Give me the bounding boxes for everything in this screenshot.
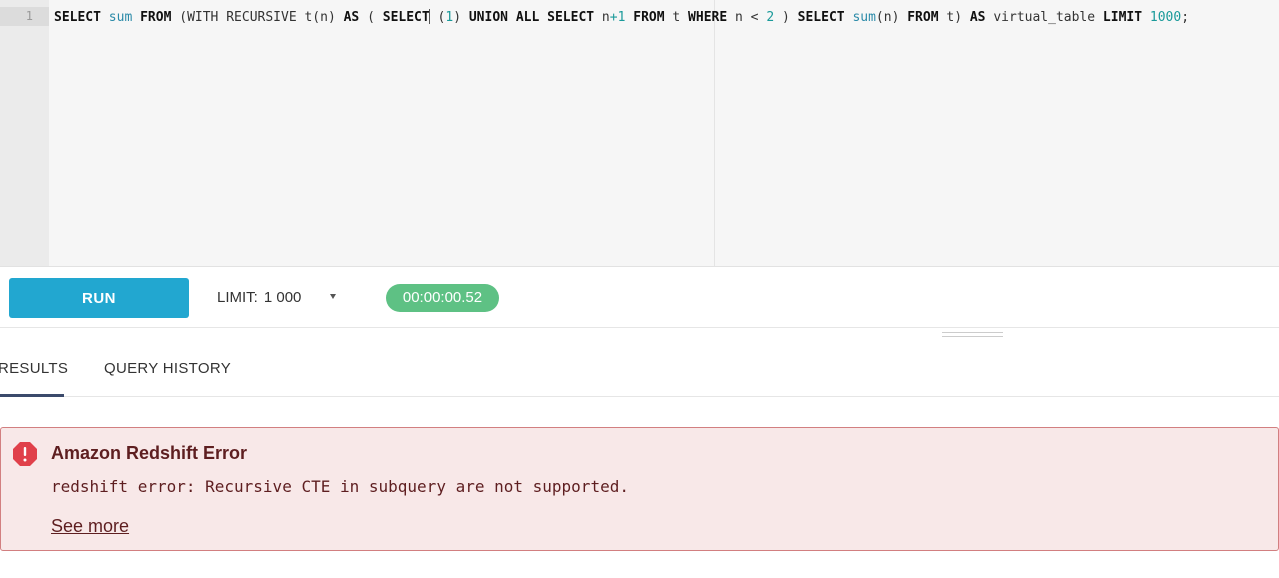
error-message: redshift error: Recursive CTE in subquer… <box>51 477 629 496</box>
limit-label: LIMIT: <box>217 289 258 306</box>
code-token: FROM <box>907 10 939 25</box>
print-margin <box>714 0 715 266</box>
run-button[interactable]: RUN <box>9 278 189 318</box>
code-token: ) <box>453 10 469 25</box>
code-token: ( <box>359 10 383 25</box>
tab-query-history[interactable]: QUERY HISTORY <box>104 340 231 397</box>
code-token: WHERE <box>688 10 728 25</box>
line-number: 1 <box>25 9 33 23</box>
code-token: LIMIT <box>1102 10 1143 25</box>
code-token: SELECT <box>797 10 845 25</box>
see-more-link[interactable]: See more <box>51 516 129 537</box>
error-panel: Amazon Redshift Error redshift error: Re… <box>0 427 1279 551</box>
limit-value[interactable]: 1 000 <box>264 289 302 306</box>
tab-results[interactable]: RESULTS <box>0 340 68 397</box>
code-token: virtual_table <box>985 10 1103 25</box>
query-timer-badge: 00:00:00.52 <box>386 284 499 312</box>
sql-editor[interactable]: 1 SELECT sum FROM (WITH RECURSIVE t(n) A… <box>0 0 1279 267</box>
code-token: AS <box>343 10 360 25</box>
resize-handle[interactable] <box>942 332 1003 339</box>
editor-gutter: 1 <box>0 0 49 266</box>
code-token: sum <box>108 10 133 25</box>
code-token: AS <box>969 10 986 25</box>
code-token: t <box>664 10 689 25</box>
code-token: n <box>594 10 610 25</box>
active-line-highlight <box>0 7 49 26</box>
code-token: SELECT <box>547 10 595 25</box>
code-token: FROM <box>140 10 172 25</box>
code-token: ; <box>1181 10 1190 25</box>
code-token: t) <box>938 10 970 25</box>
code-token: (WITH RECURSIVE t(n) <box>171 10 344 25</box>
code-token: +1 <box>609 10 626 25</box>
code-token: 1000 <box>1149 10 1182 25</box>
code-token: n < <box>727 10 767 25</box>
code-token: SELECT <box>54 10 101 25</box>
error-title: Amazon Redshift Error <box>51 443 248 463</box>
code-token: UNION ALL <box>468 10 540 25</box>
query-toolbar: RUN LIMIT: 1 000 00:00:00.52 <box>0 268 1279 328</box>
error-octagon-icon <box>13 442 37 466</box>
code-token: FROM <box>633 10 665 25</box>
code-token: ) <box>774 10 798 25</box>
code-token: ( <box>429 10 446 25</box>
code-token: 2 <box>766 10 775 25</box>
results-tabs: RESULTS QUERY HISTORY <box>0 340 1279 397</box>
caret-down-icon[interactable] <box>330 294 336 299</box>
code-token: SELECT <box>382 10 430 25</box>
code-token: (n) <box>875 10 908 25</box>
sql-code-line[interactable]: SELECT sum FROM (WITH RECURSIVE t(n) AS … <box>54 9 1189 25</box>
limit-selector[interactable]: LIMIT: 1 000 <box>217 289 301 306</box>
code-token: sum <box>852 10 876 25</box>
